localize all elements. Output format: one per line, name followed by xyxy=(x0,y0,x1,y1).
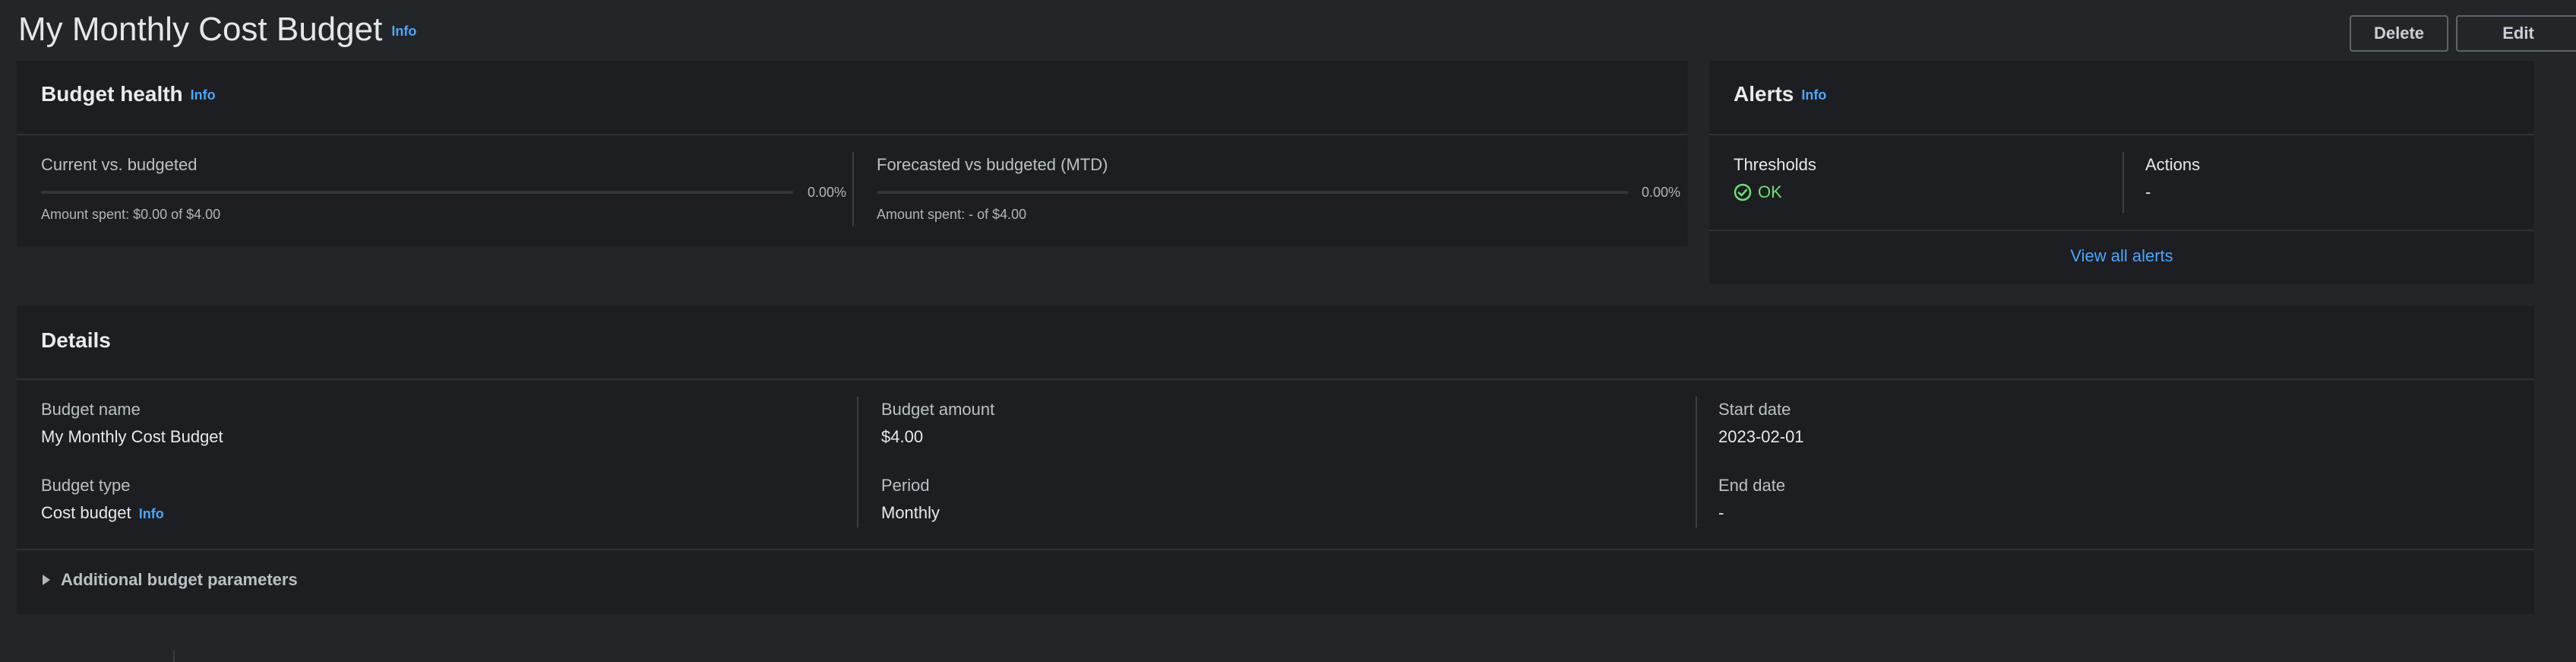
budget-type-value: Cost budget Info xyxy=(41,503,164,523)
budget-health-info-link[interactable]: Info xyxy=(191,87,216,103)
budget-health-panel: Budget health Info Current vs. budgeted 0… xyxy=(17,61,1688,246)
page-info-link[interactable]: Info xyxy=(391,24,416,39)
forecasted-vs-budgeted-label: Forecasted vs budgeted (MTD) xyxy=(877,155,1108,174)
divider xyxy=(17,134,1688,135)
budget-name-label: Budget name xyxy=(41,400,141,419)
caret-right-icon xyxy=(43,575,50,585)
column-divider xyxy=(1696,397,1697,527)
column-divider xyxy=(852,152,854,226)
end-date-label: End date xyxy=(1718,476,1786,495)
alerts-title-text: Alerts xyxy=(1734,82,1794,106)
column-divider xyxy=(2122,152,2124,213)
budget-name-value: My Monthly Cost Budget xyxy=(41,427,223,446)
forecasted-amount-spent: Amount spent: - of $4.00 xyxy=(877,207,1027,222)
current-vs-budgeted-label: Current vs. budgeted xyxy=(41,155,198,174)
forecasted-percent: 0.00% xyxy=(1641,185,1680,200)
additional-budget-parameters-toggle[interactable]: Additional budget parameters xyxy=(41,570,298,590)
actions-label: Actions xyxy=(2145,155,2201,174)
budget-type-info-link[interactable]: Info xyxy=(139,506,164,521)
tab-divider xyxy=(173,651,175,662)
page-title: My Monthly Cost Budget Info xyxy=(18,11,416,49)
budget-health-title: Budget health Info xyxy=(41,82,216,106)
forecasted-progress-track xyxy=(877,191,1629,194)
start-date-label: Start date xyxy=(1718,400,1791,419)
thresholds-status: OK xyxy=(1734,182,1782,202)
current-amount-spent: Amount spent: $0.00 of $4.00 xyxy=(41,207,221,222)
current-percent: 0.00% xyxy=(807,185,846,200)
actions-value: - xyxy=(2145,182,2151,201)
divider xyxy=(17,379,2534,380)
additional-budget-parameters-label: Additional budget parameters xyxy=(61,570,298,589)
period-label: Period xyxy=(881,476,930,495)
budget-type-text: Cost budget xyxy=(41,503,131,522)
details-panel: Details Budget name My Monthly Cost Budg… xyxy=(17,306,2534,614)
divider xyxy=(1709,230,2534,231)
details-title: Details xyxy=(41,328,111,352)
start-date-value: 2023-02-01 xyxy=(1718,427,1804,446)
divider xyxy=(17,549,2534,550)
page-title-text: My Monthly Cost Budget xyxy=(18,11,383,48)
budget-amount-label: Budget amount xyxy=(881,400,995,419)
column-divider xyxy=(857,397,858,527)
check-circle-icon xyxy=(1734,183,1752,201)
budget-type-label: Budget type xyxy=(41,476,131,495)
alerts-panel: Alerts Info Thresholds OK Actions - View … xyxy=(1709,61,2534,284)
budget-health-title-text: Budget health xyxy=(41,82,183,106)
delete-button[interactable]: Delete xyxy=(2350,15,2448,52)
view-all-alerts-link[interactable]: View all alerts xyxy=(1709,246,2534,266)
thresholds-status-text: OK xyxy=(1758,182,1782,201)
divider xyxy=(1709,134,2534,135)
current-progress-track xyxy=(41,191,793,194)
end-date-value: - xyxy=(1718,503,1724,522)
edit-button[interactable]: Edit xyxy=(2456,15,2576,52)
alerts-info-link[interactable]: Info xyxy=(1801,87,1826,103)
thresholds-label: Thresholds xyxy=(1734,155,1816,174)
budget-amount-value: $4.00 xyxy=(881,427,924,446)
period-value: Monthly xyxy=(881,503,940,522)
alerts-title: Alerts Info xyxy=(1734,82,1826,106)
